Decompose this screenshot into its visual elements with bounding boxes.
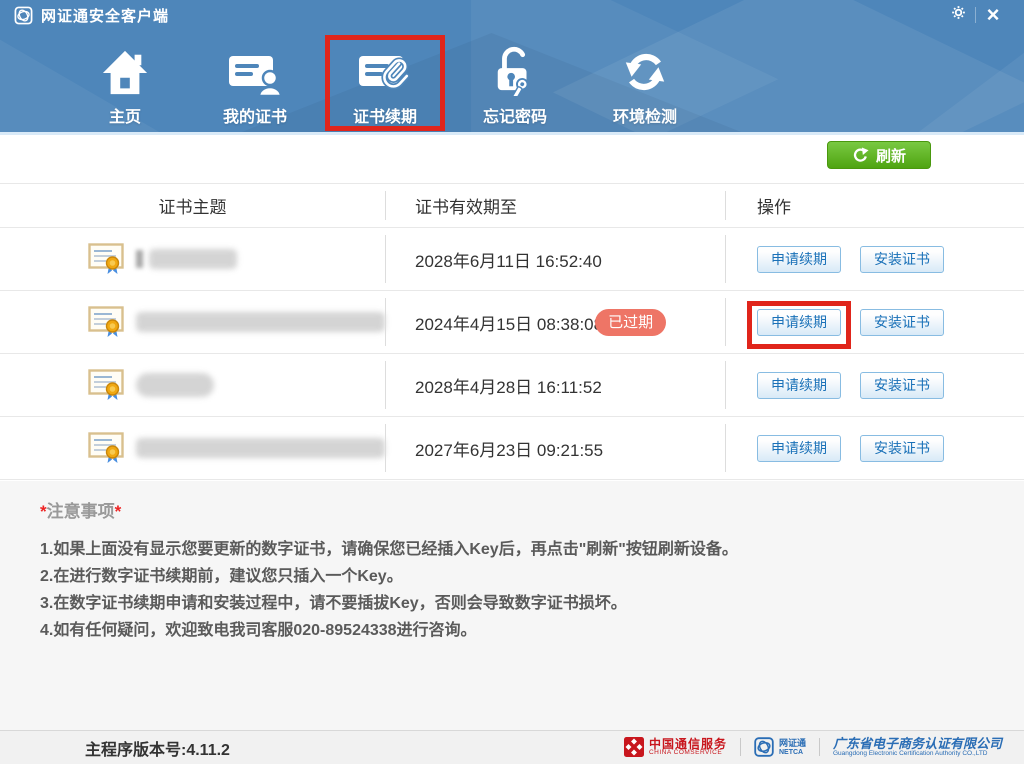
install-certificate-button[interactable]: 安装证书 xyxy=(860,435,944,462)
gdca-en: Guangdong Electronic Certification Autho… xyxy=(833,751,1002,758)
gear-icon xyxy=(951,5,966,25)
install-certificate-button[interactable]: 安装证书 xyxy=(860,246,944,273)
certificate-card-person-icon xyxy=(227,36,283,96)
certificate-icon xyxy=(88,306,124,338)
redacted-certificate-subject xyxy=(136,373,214,397)
table-header-row: 证书主题 证书有效期至 操作 xyxy=(0,183,1024,228)
footer-logos: 中国通信服务 CHINA COMSERVICE 网证通 NETCA 广东省电子商… xyxy=(624,737,1002,757)
table-row: 2027年6月23日 09:21:55 申请续期 安装证书 xyxy=(0,417,1024,480)
nav-label: 忘记密码 xyxy=(483,103,547,127)
header-bottom-strip xyxy=(0,132,1024,135)
nav-item-forgot-password[interactable]: 忘记密码 xyxy=(465,36,565,127)
certificate-expiry-date: 2028年4月28日 16:11:52 xyxy=(415,373,602,398)
china-comservice-icon xyxy=(624,737,644,757)
app-title: 网证通安全客户端 xyxy=(41,5,169,26)
nav-label: 主页 xyxy=(109,103,141,127)
nav-label: 我的证书 xyxy=(223,103,287,127)
gdca-cn: 广东省电子商务认证有限公司 xyxy=(833,737,1002,751)
redacted-certificate-subject xyxy=(136,438,385,458)
renew-button[interactable]: 申请续期 xyxy=(757,372,841,399)
renew-button[interactable]: 申请续期 xyxy=(757,435,841,462)
gdca-logo: 广东省电子商务认证有限公司 Guangdong Electronic Certi… xyxy=(833,737,1002,757)
column-header-expiry: 证书有效期至 xyxy=(385,184,725,227)
version-label: 主程序版本号:4.11.2 xyxy=(85,736,230,760)
app-logo-icon xyxy=(14,6,33,25)
certificate-icon xyxy=(88,432,124,464)
certificate-renewal-paperclip-icon xyxy=(357,36,413,96)
certificate-icon xyxy=(88,369,124,401)
nav-label: 环境检测 xyxy=(613,103,677,127)
certificate-expiry-date: 2027年6月23日 09:21:55 xyxy=(415,436,603,461)
install-certificate-button[interactable]: 安装证书 xyxy=(860,372,944,399)
china-comservice-en: CHINA COMSERVICE xyxy=(649,750,727,757)
note-item: 3.在数字证书续期申请和安装过程中，请不要插拔Key，否则会导致数字证书损坏。 xyxy=(40,590,738,617)
nav-item-home[interactable]: 主页 xyxy=(75,36,175,127)
column-header-subject: 证书主题 xyxy=(0,184,385,227)
certificate-expiry-date: 2028年6月11日 16:52:40 xyxy=(415,247,602,272)
close-icon: × xyxy=(987,5,1000,25)
certificate-expiry-date: 2024年4月15日 08:38:08 xyxy=(415,310,603,335)
china-comservice-logo: 中国通信服务 CHINA COMSERVICE xyxy=(624,737,727,757)
refresh-button-label: 刷新 xyxy=(876,145,906,166)
table-row: 2024年4月15日 08:38:08 已过期 申请续期 安装证书 xyxy=(0,291,1024,354)
nav-item-certificate-renewal[interactable]: 证书续期 xyxy=(335,36,435,127)
install-certificate-button[interactable]: 安装证书 xyxy=(860,309,944,336)
note-item: 2.在进行数字证书续期前，建议您只插入一个Key。 xyxy=(40,563,738,590)
logo-separator xyxy=(819,738,820,756)
certificate-table: 证书主题 证书有效期至 操作 2028年6月11日 16:52:40 xyxy=(0,183,1024,480)
note-item: 1.如果上面没有显示您要更新的数字证书，请确保您已经插入Key后，再点击"刷新"… xyxy=(40,536,738,563)
notes-title-text: 注意事项 xyxy=(47,502,115,521)
refresh-button[interactable]: 刷新 xyxy=(827,141,931,169)
netca-cn: 网证通 xyxy=(779,739,806,749)
expired-badge: 已过期 xyxy=(595,309,666,336)
nav-item-my-certificates[interactable]: 我的证书 xyxy=(205,36,305,127)
netca-logo: 网证通 NETCA xyxy=(754,737,806,757)
renew-button[interactable]: 申请续期 xyxy=(757,246,841,273)
table-row: 2028年6月11日 16:52:40 申请续期 安装证书 xyxy=(0,228,1024,291)
asterisk: * xyxy=(115,502,122,521)
main-nav: 主页 我的证书 证书续期 xyxy=(75,36,725,127)
certificate-icon xyxy=(88,243,124,275)
redacted-certificate-subject xyxy=(136,312,385,332)
home-icon xyxy=(100,36,150,96)
redacted-name-fragment xyxy=(136,250,143,268)
close-button[interactable]: × xyxy=(976,2,1010,28)
settings-button[interactable] xyxy=(941,2,975,28)
table-row: 2028年4月28日 16:11:52 申请续期 安装证书 xyxy=(0,354,1024,417)
nav-label: 证书续期 xyxy=(353,103,417,127)
redacted-certificate-subject xyxy=(149,249,237,269)
titlebar: 网证通安全客户端 × xyxy=(0,0,1024,30)
asterisk: * xyxy=(40,502,47,521)
notes-section: *注意事项* 1.如果上面没有显示您要更新的数字证书，请确保您已经插入Key后，… xyxy=(40,497,738,644)
nav-item-environment-check[interactable]: 环境检测 xyxy=(595,36,695,127)
renew-button[interactable]: 申请续期 xyxy=(757,309,841,336)
footer: 主程序版本号:4.11.2 中国通信服务 CHINA COMSERVICE xyxy=(0,730,1024,764)
note-item: 4.如有任何疑问，欢迎致电我司客服020-89524338进行咨询。 xyxy=(40,617,738,644)
netca-icon xyxy=(754,737,774,757)
column-header-actions: 操作 xyxy=(725,184,1024,227)
logo-separator xyxy=(740,738,741,756)
refresh-icon xyxy=(852,147,869,164)
netca-en: NETCA xyxy=(779,749,806,757)
notes-title: *注意事项* xyxy=(40,497,738,522)
padlock-wrench-icon xyxy=(492,36,538,96)
sync-arrows-icon xyxy=(620,36,670,96)
